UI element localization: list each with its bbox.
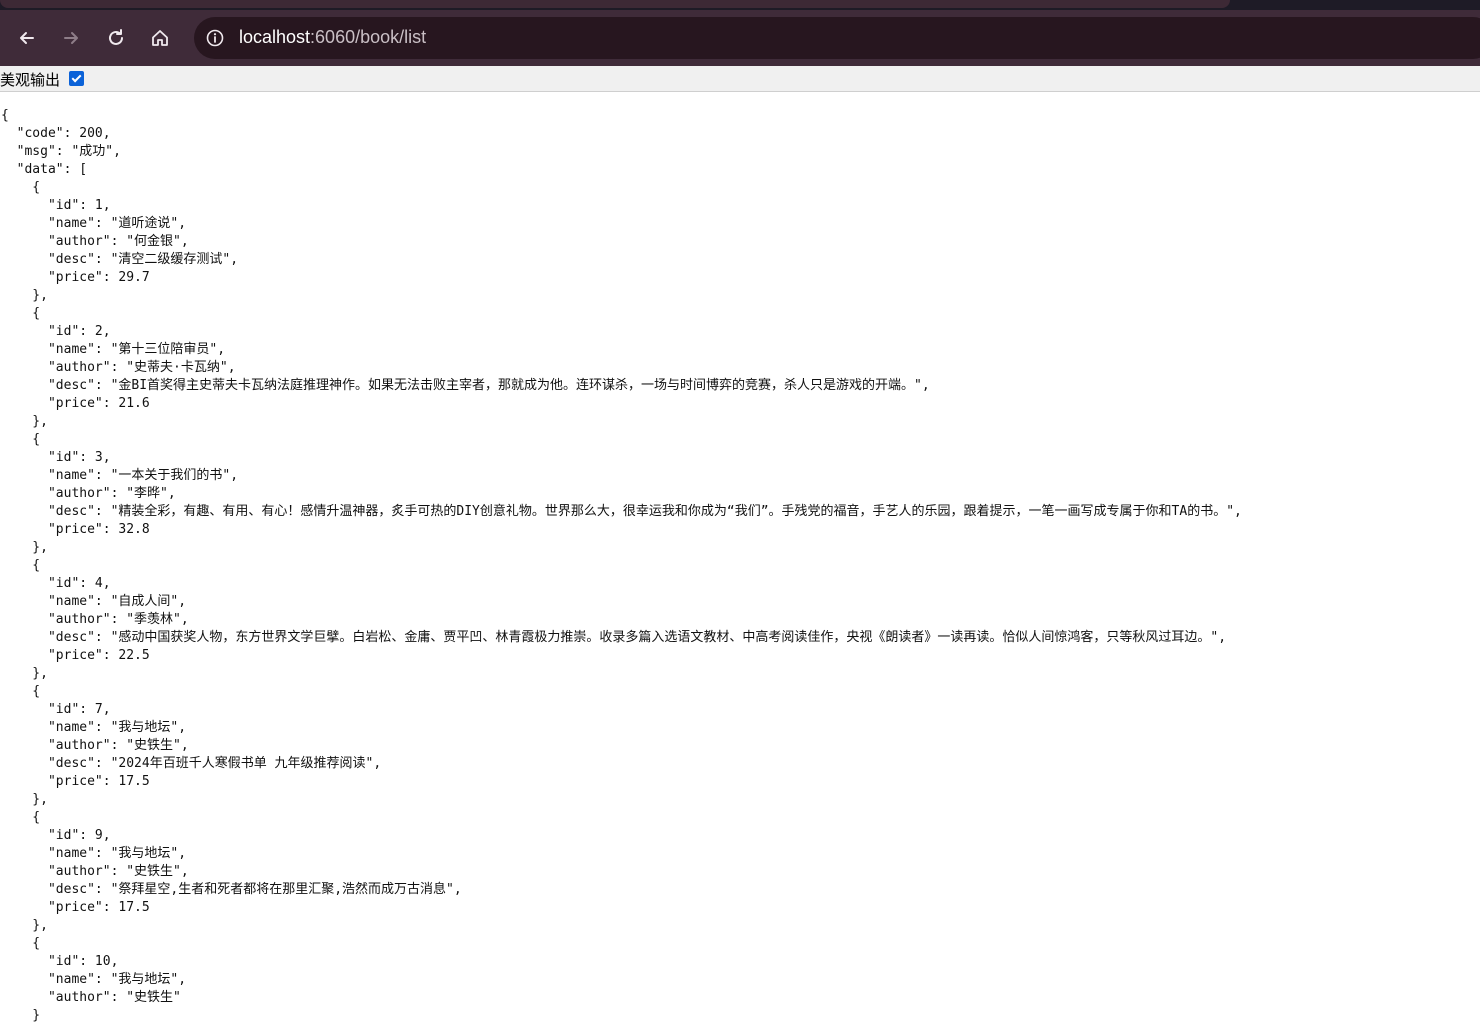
reload-button[interactable] — [100, 22, 132, 54]
json-object-open: { — [32, 810, 41, 825]
browser-toolbar: localhost:6060/book/list — [0, 10, 1480, 66]
active-tab[interactable] — [0, 0, 1230, 8]
home-icon — [152, 30, 168, 46]
json-object-open: { — [32, 432, 41, 447]
json-field-id: "id": 1, — [47, 198, 111, 213]
json-object-open: { — [32, 558, 41, 573]
json-field-name: "name": "我与地坛", — [47, 720, 187, 735]
json-object-close: }, — [32, 414, 48, 429]
json-field-author: "author": "何金银", — [47, 234, 189, 249]
url-path: :6060/book/list — [310, 27, 427, 47]
json-field-price: "price": 22.5 — [47, 648, 150, 663]
back-button[interactable] — [11, 22, 43, 54]
json-field-author: "author": "李晔", — [47, 486, 176, 501]
info-circle-icon — [206, 29, 224, 47]
pretty-print-label: 美观输出 — [0, 71, 61, 89]
json-field-price: "price": 32.8 — [47, 522, 150, 537]
json-field-price: "price": 21.6 — [47, 396, 150, 411]
json-field-price: "price": 29.7 — [47, 270, 150, 285]
site-info-button[interactable] — [200, 23, 230, 53]
json-field-id: "id": 2, — [47, 324, 111, 339]
json-field-desc: "desc": "感动中国获奖人物，东方世界文学巨擘。白岩松、金庸、贾平凹、林青… — [47, 630, 1227, 645]
pretty-print-bar: 美观输出 — [0, 66, 1480, 92]
json-field-desc: "desc": "清空二级缓存测试", — [47, 252, 239, 267]
json-object-open: { — [32, 936, 41, 951]
json-object-open: { — [32, 684, 41, 699]
json-object-close: }, — [32, 792, 48, 807]
json-field-author: "author": "史铁生" — [47, 990, 181, 1005]
arrow-left-icon — [20, 32, 34, 44]
json-field-id: "id": 4, — [47, 576, 111, 591]
reload-icon — [109, 29, 123, 45]
json-field-desc: "desc": "金BI首奖得主史蒂夫卡瓦纳法庭推理神作。如果无法击败主宰者，那… — [47, 378, 930, 393]
json-field-price: "price": 17.5 — [47, 774, 150, 789]
json-object-close: }, — [32, 288, 48, 303]
json-object-open: { — [32, 306, 41, 321]
json-field-author: "author": "季羡林", — [47, 612, 189, 627]
json-field-author: "author": "史蒂夫·卡瓦纳", — [47, 360, 236, 375]
json-field-id: "id": 10, — [47, 954, 119, 969]
json-field-id: "id": 3, — [47, 450, 111, 465]
json-field-name: "name": "我与地坛", — [47, 972, 187, 987]
json-field-author: "author": "史铁生", — [47, 738, 189, 753]
json-field-name: "name": "第十三位陪审员", — [47, 342, 226, 357]
json-object-open: { — [32, 180, 41, 195]
json-field-author: "author": "史铁生", — [47, 864, 189, 879]
json-field-price: "price": 17.5 — [47, 900, 150, 915]
json-field-id: "id": 7, — [47, 702, 111, 717]
json-object-close: }, — [32, 666, 48, 681]
home-button[interactable] — [144, 22, 176, 54]
address-bar[interactable]: localhost:6060/book/list — [194, 17, 1480, 59]
json-field-name: "name": "道听途说", — [47, 216, 187, 231]
json-code-line: "code": 200, — [16, 126, 111, 141]
json-open-brace: { — [1, 108, 9, 123]
json-field-name: "name": "自成人间", — [47, 594, 187, 609]
tab-strip — [0, 0, 1480, 10]
json-field-desc: "desc": "2024年百班千人寒假书单 九年级推荐阅读", — [47, 756, 382, 771]
json-object-close: }, — [32, 540, 48, 555]
json-msg-line: "msg": "成功", — [16, 144, 121, 159]
json-field-name: "name": "我与地坛", — [47, 846, 187, 861]
json-object-close: } — [32, 1008, 41, 1023]
url-text[interactable]: localhost:6060/book/list — [239, 27, 426, 48]
json-field-desc: "desc": "祭拜星空,生者和死者都将在那里汇聚,浩然而成万古消息", — [47, 882, 462, 897]
arrow-right-icon — [64, 32, 78, 44]
json-field-id: "id": 9, — [47, 828, 111, 843]
json-field-name: "name": "一本关于我们的书", — [47, 468, 239, 483]
json-object-close: }, — [32, 918, 48, 933]
json-data-open: "data": [ — [16, 162, 88, 177]
json-response-body: { "code": 200, "msg": "成功", "data": [ { … — [1, 107, 1242, 1025]
json-field-desc: "desc": "精装全彩，有趣、有用、有心！感情升温神器，炙手可热的DIY创意… — [47, 504, 1242, 519]
forward-button[interactable] — [55, 22, 87, 54]
pretty-print-checkbox[interactable] — [69, 71, 84, 86]
url-host: localhost — [239, 27, 311, 47]
